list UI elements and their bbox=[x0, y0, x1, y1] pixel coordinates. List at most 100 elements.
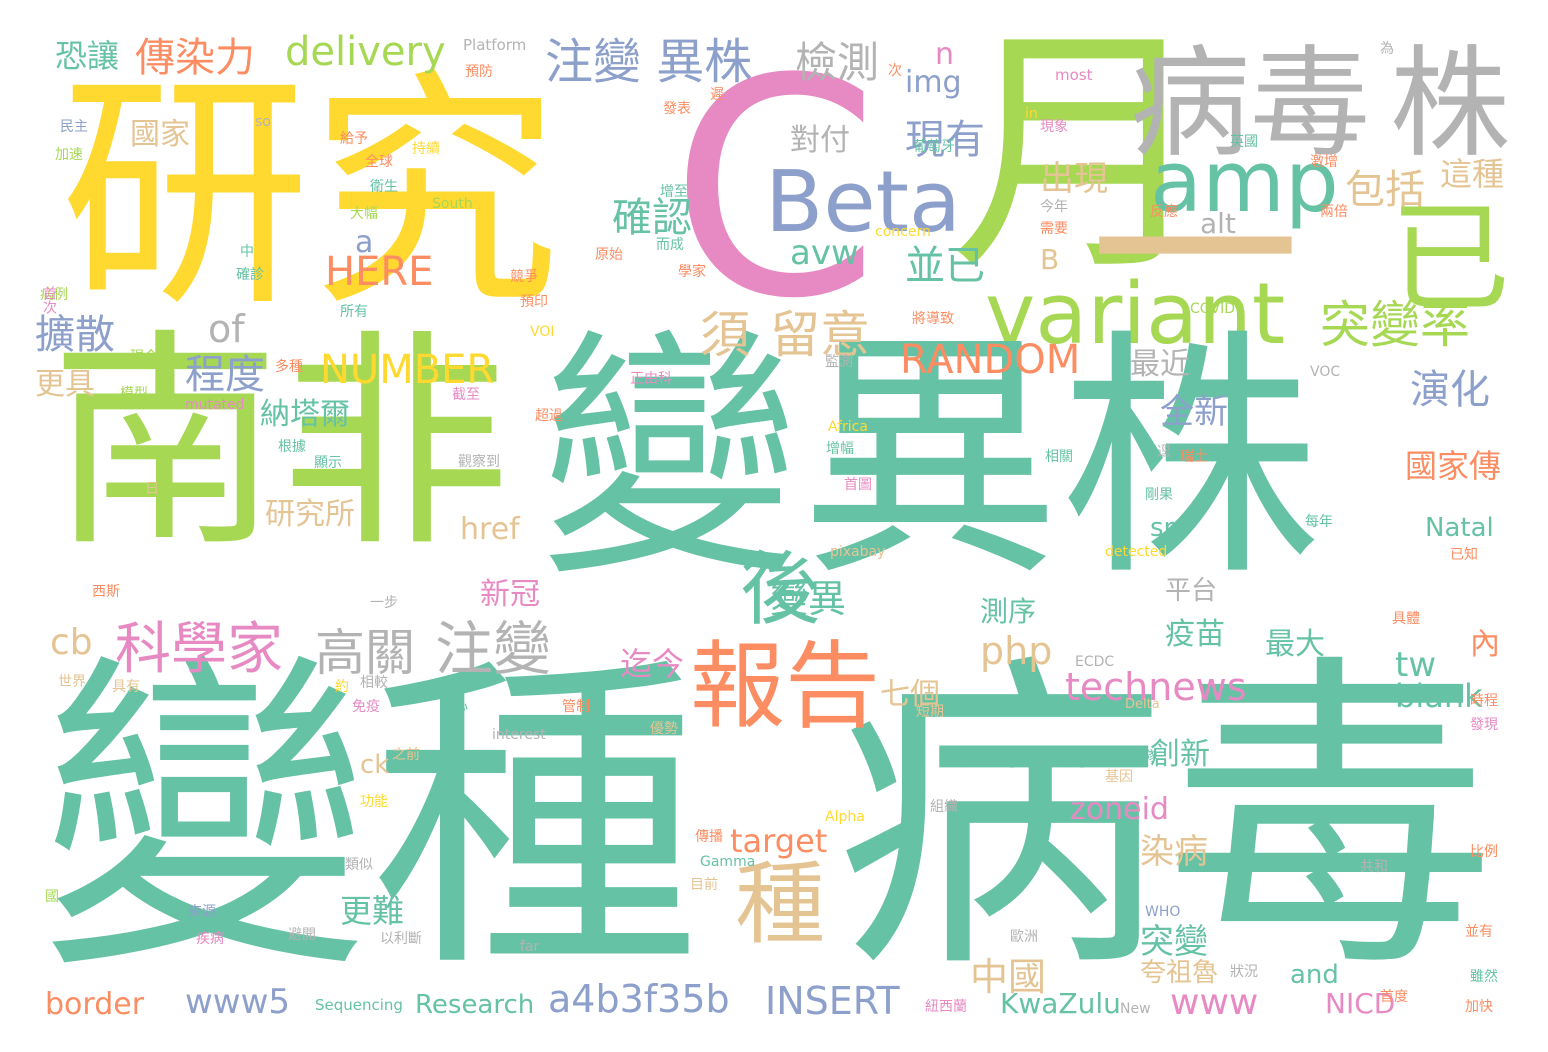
cloud-word: alt bbox=[1200, 207, 1236, 240]
cloud-word: 比例 bbox=[1470, 844, 1498, 860]
cloud-word: 加快 bbox=[1465, 999, 1493, 1015]
cloud-word: 現今 bbox=[130, 349, 158, 365]
cloud-word: 管制 bbox=[562, 699, 590, 715]
cloud-word: 平台 bbox=[1165, 576, 1218, 606]
cloud-word: 創新 bbox=[1150, 737, 1210, 772]
cloud-word: VOC bbox=[1310, 364, 1341, 380]
cloud-word: 突變 bbox=[1140, 922, 1208, 962]
cloud-word: 優勢 bbox=[650, 721, 678, 737]
cloud-word: www bbox=[1170, 982, 1259, 1023]
cloud-word: 新冠 bbox=[480, 577, 540, 612]
cloud-word: 傳染力 bbox=[135, 35, 255, 81]
cloud-word: COVID bbox=[1190, 301, 1236, 317]
cloud-word: 目前 bbox=[690, 877, 718, 893]
cloud-word: 注變 bbox=[435, 615, 552, 683]
cloud-word: 現象 bbox=[1040, 119, 1068, 135]
cloud-word: in bbox=[1025, 106, 1038, 122]
cloud-word: 衛生 bbox=[370, 179, 398, 195]
cloud-word: 研究所 bbox=[265, 497, 355, 532]
cloud-word: 確認 bbox=[612, 195, 692, 241]
cloud-word: 增至 bbox=[660, 184, 688, 200]
cloud-word: a4b3f35b bbox=[548, 977, 730, 1021]
cloud-word: 時程 bbox=[1470, 693, 1498, 709]
cloud-word: Africa bbox=[828, 419, 868, 435]
cloud-word: img bbox=[905, 65, 962, 100]
cloud-word: 大幅 bbox=[350, 206, 378, 222]
cloud-word: 具有 bbox=[112, 679, 140, 695]
cloud-word: 一步 bbox=[370, 595, 398, 611]
cloud-word: and bbox=[1290, 960, 1339, 990]
cloud-word: 葡萄牙 bbox=[913, 139, 955, 155]
cloud-word: href bbox=[460, 512, 520, 547]
cloud-word: WHO bbox=[1145, 904, 1181, 920]
cloud-word: 突變率 bbox=[1320, 296, 1470, 354]
cloud-word: of bbox=[208, 307, 245, 351]
cloud-word: 而成 bbox=[656, 237, 684, 253]
cloud-word: 演化 bbox=[1410, 367, 1490, 413]
cloud-word: 模型 bbox=[120, 386, 148, 402]
cloud-word: 株 bbox=[1390, 35, 1510, 174]
cloud-word: South bbox=[432, 196, 473, 212]
cloud-word: 對付 bbox=[790, 123, 850, 158]
cloud-word: ck bbox=[360, 750, 390, 780]
cloud-word: 團隊 bbox=[1130, 749, 1158, 765]
cloud-word: 截至 bbox=[452, 387, 480, 403]
cloud-word: 包括 bbox=[1345, 167, 1425, 213]
cloud-word: concern bbox=[875, 224, 931, 240]
cloud-word: 每年 bbox=[1305, 514, 1333, 530]
cloud-word: 所有 bbox=[340, 304, 368, 320]
cloud-word: Alpha bbox=[825, 809, 865, 825]
cloud-word: far bbox=[520, 939, 540, 955]
cloud-word: 擴散 bbox=[35, 312, 115, 358]
cloud-word: 具體 bbox=[1392, 611, 1420, 627]
cloud-word: 疾病 bbox=[196, 931, 224, 947]
cloud-word: 發表 bbox=[663, 101, 691, 117]
cloud-word: php bbox=[980, 629, 1053, 673]
cloud-word: 首圖 bbox=[844, 477, 872, 493]
cloud-word: 紐西蘭 bbox=[925, 999, 967, 1015]
cloud-word: 首度 bbox=[1380, 989, 1408, 1005]
cloud-word: 給予 bbox=[340, 131, 368, 147]
cloud-word: 傳播 bbox=[695, 829, 723, 845]
cloud-word: 國 bbox=[45, 889, 59, 905]
cloud-word: 國家 bbox=[130, 117, 190, 152]
cloud-word: 變異 bbox=[770, 577, 847, 621]
cloud-word: 納塔爾 bbox=[260, 397, 350, 432]
cloud-word: 日 bbox=[145, 481, 159, 497]
cloud-word: 反應 bbox=[1150, 204, 1178, 220]
cloud-word: 這種 bbox=[1440, 155, 1505, 193]
cloud-word: 需要 bbox=[1040, 221, 1068, 237]
cloud-word: 共和 bbox=[1360, 859, 1388, 875]
cloud-word: Sequencing bbox=[315, 996, 403, 1014]
cloud-word: 染病 bbox=[1140, 832, 1208, 872]
cloud-word: 並已 bbox=[905, 243, 985, 289]
cloud-word: 來源 bbox=[188, 904, 216, 920]
cloud-word: 逕 bbox=[1157, 444, 1171, 460]
cloud-word: most bbox=[1055, 66, 1093, 84]
cloud-word: KwaZulu bbox=[1000, 987, 1121, 1020]
cloud-word: 增幅 bbox=[826, 441, 854, 457]
cloud-word: 多種 bbox=[275, 359, 303, 375]
cloud-word: 研究 bbox=[60, 49, 560, 340]
cloud-word: HERE bbox=[325, 249, 434, 295]
cloud-word: ECDC bbox=[1075, 654, 1115, 670]
cloud-word: 西斯 bbox=[92, 584, 120, 600]
cloud-word: NUMBER bbox=[320, 347, 495, 393]
cloud-word: 加速 bbox=[55, 147, 83, 163]
cloud-word: 最大 bbox=[1265, 627, 1325, 662]
cloud-word: so bbox=[255, 114, 271, 130]
cloud-word: 預防 bbox=[465, 64, 493, 80]
cloud-word: 更難 bbox=[340, 892, 405, 930]
cloud-word: 留意 bbox=[770, 306, 870, 364]
cloud-word: 兩倍 bbox=[1320, 204, 1348, 220]
cloud-word: 全球 bbox=[365, 154, 393, 170]
cloud-word: cb bbox=[50, 622, 93, 663]
cloud-word: 相較 bbox=[360, 675, 388, 691]
cloud-word: 持續 bbox=[412, 141, 440, 157]
cloud-word: delivery bbox=[285, 29, 446, 75]
cloud-word: 並有 bbox=[1465, 924, 1493, 940]
cloud-word: 預印 bbox=[520, 294, 548, 310]
cloud-word: pixabay bbox=[830, 544, 886, 560]
cloud-word: 迄今 bbox=[620, 645, 685, 683]
cloud-word: Research bbox=[415, 990, 535, 1020]
